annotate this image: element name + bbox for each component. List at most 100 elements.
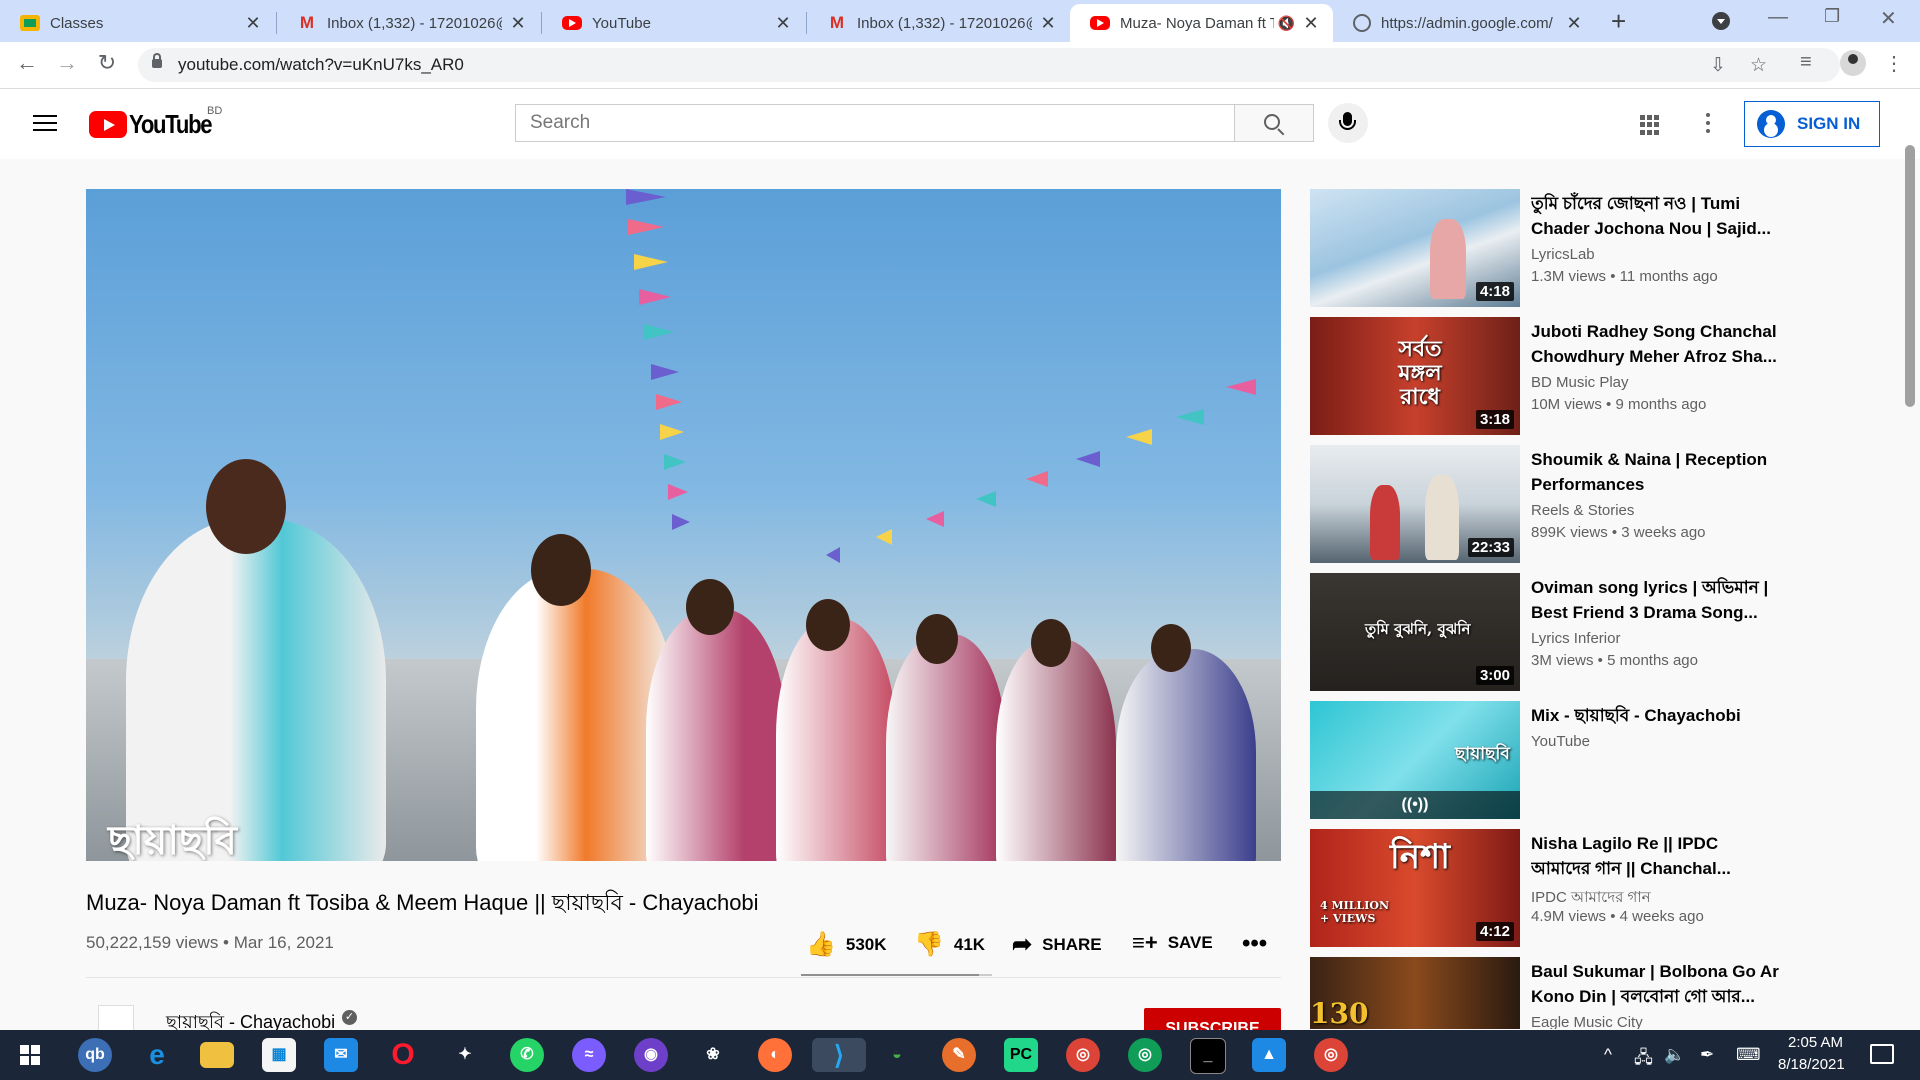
window-close-icon[interactable]: ✕ [1880, 6, 1897, 31]
satellite-app-icon[interactable]: ✦ [448, 1038, 482, 1072]
volume-icon[interactable]: 🔈 [1664, 1045, 1685, 1065]
pycharm-icon[interactable]: PC [1004, 1038, 1038, 1072]
notification-icon[interactable] [1870, 1044, 1894, 1064]
close-icon[interactable]: ✕ [1301, 13, 1321, 34]
youtube-logo[interactable]: YouTube [89, 109, 226, 140]
recommendation-item[interactable]: ছায়াছবি ((•)) Mix - ছায়াছবি - Chayacho… [1310, 701, 1780, 819]
rec-title[interactable]: Mix - ছায়াছবি - Chayachobi [1531, 703, 1781, 728]
dislike-button[interactable]: 👎 41K [914, 930, 985, 959]
chrome-icon[interactable]: ◎ [1066, 1038, 1100, 1072]
store-icon[interactable]: ▦ [262, 1038, 296, 1072]
close-icon[interactable]: ✕ [773, 13, 793, 34]
recommendation-item[interactable]: সর্বত মঙ্গল রাধে 3:18 Juboti Radhey Song… [1310, 317, 1780, 435]
share-button[interactable]: ➦ SHARE [1012, 930, 1102, 959]
close-icon[interactable]: ✕ [1564, 13, 1584, 34]
rec-channel[interactable]: BD Music Play [1531, 374, 1629, 391]
tab-inbox-1[interactable]: M Inbox (1,332) - 17201026@ ✕ [277, 4, 540, 42]
minimize-icon[interactable]: — [1768, 6, 1788, 29]
voice-search-button[interactable] [1328, 103, 1368, 143]
terminal-icon[interactable]: _ [1190, 1038, 1226, 1074]
video-thumbnail[interactable]: সর্বত মঙ্গল রাধে 3:18 [1310, 317, 1520, 435]
anaconda-icon[interactable]: ◒ [880, 1038, 914, 1072]
rec-title[interactable]: Shoumik & Naina | Reception Performances [1531, 447, 1781, 497]
tab-active-video[interactable]: Muza- Noya Daman ft T 🔇 ✕ [1070, 4, 1333, 42]
search-button[interactable] [1234, 104, 1314, 142]
install-app-icon[interactable]: ⇩ [1710, 54, 1726, 77]
video-thumbnail[interactable]: নিশা 4 MILLION + VIEWS 4:12 [1310, 829, 1520, 947]
keyboard-icon[interactable]: ⌨ [1736, 1045, 1761, 1065]
rec-channel[interactable]: YouTube [1531, 733, 1590, 750]
recommendation-item[interactable]: 4:18 তুমি চাঁদের জোছনা নও | Tumi Chader … [1310, 189, 1780, 307]
back-arrow-icon[interactable]: ← [12, 50, 42, 76]
edge-icon[interactable]: e [140, 1038, 174, 1072]
mail-icon[interactable]: ✉ [324, 1038, 358, 1072]
network-icon[interactable]: 🖧 [1634, 1045, 1653, 1074]
video-thumbnail[interactable]: 130 [1310, 957, 1520, 1029]
save-button[interactable]: ≡+ SAVE [1132, 930, 1213, 956]
video-thumbnail[interactable]: 22:33 [1310, 445, 1520, 563]
clock-date[interactable]: 8/18/2021 [1778, 1056, 1845, 1073]
video-thumbnail[interactable]: ছায়াছবি ((•)) [1310, 701, 1520, 819]
chrome-menu-icon[interactable]: ⋮ [1884, 51, 1904, 76]
rec-channel[interactable]: Lyrics Inferior [1531, 630, 1620, 647]
media-control-icon[interactable]: ≡ [1800, 51, 1812, 74]
video-player[interactable]: ছায়াছবি [86, 189, 1281, 861]
recommendation-item[interactable]: 22:33 Shoumik & Naina | Reception Perfor… [1310, 445, 1780, 563]
search-input[interactable] [516, 105, 1234, 141]
photos-icon[interactable]: ▲ [1252, 1038, 1286, 1072]
tab-search-chevron-icon[interactable] [1712, 12, 1730, 30]
address-bar[interactable]: youtube.com/watch?v=uKnU7ks_AR0 ⇩ ☆ [138, 48, 1840, 82]
close-icon[interactable]: ✕ [1038, 13, 1058, 34]
bookmark-star-icon[interactable]: ☆ [1750, 54, 1767, 77]
file-explorer-icon[interactable] [200, 1042, 234, 1068]
recommendation-item[interactable]: 130 Baul Sukumar | Bolbona Go Ar Kono Di… [1310, 957, 1780, 1029]
whatsapp-icon[interactable]: ✆ [510, 1038, 544, 1072]
tab-google-admin[interactable]: https://admin.google.com/ ✕ [1333, 4, 1596, 42]
like-button[interactable]: 👍 530K [806, 930, 887, 959]
rec-title[interactable]: Juboti Radhey Song Chanchal Chowdhury Me… [1531, 319, 1781, 369]
rec-title[interactable]: Oviman song lyrics | অভিমান | Best Frien… [1531, 575, 1781, 625]
chevron-up-icon[interactable]: ^ [1604, 1045, 1612, 1065]
settings-more-icon[interactable] [1706, 113, 1710, 137]
qbittorrent-icon[interactable]: qb [78, 1038, 112, 1072]
hamburger-menu-icon[interactable] [33, 115, 57, 133]
apps-grid-icon[interactable] [1640, 115, 1660, 135]
chrome-profile-icon[interactable]: ◎ [1128, 1038, 1162, 1072]
tab-classes[interactable]: Classes ✕ [0, 4, 275, 42]
url-text[interactable]: youtube.com/watch?v=uKnU7ks_AR0 [178, 55, 464, 75]
rec-title[interactable]: Nisha Lagilo Re || IPDC আমাদের গান || Ch… [1531, 831, 1781, 881]
vscode-icon[interactable]: ⟩ [812, 1038, 866, 1072]
recommendation-item[interactable]: নিশা 4 MILLION + VIEWS 4:12 Nisha Lagilo… [1310, 829, 1780, 947]
tab-inbox-2[interactable]: M Inbox (1,332) - 17201026@ ✕ [807, 4, 1070, 42]
reload-icon[interactable]: ↻ [92, 50, 122, 76]
clock-time[interactable]: 2:05 AM [1788, 1034, 1843, 1051]
github-desktop-icon[interactable]: ◉ [634, 1038, 668, 1072]
page-scrollbar[interactable] [1905, 145, 1915, 407]
recommendation-item[interactable]: তুমি বুঝনি, বুঝনি 3:00 Oviman song lyric… [1310, 573, 1780, 691]
firefox-icon[interactable]: ◐ [758, 1038, 792, 1072]
sublime-icon[interactable]: ✎ [942, 1038, 976, 1072]
paint-app-icon[interactable]: ❀ [696, 1038, 730, 1072]
messenger-icon[interactable]: ≈ [572, 1038, 606, 1072]
rec-channel[interactable]: Reels & Stories [1531, 502, 1634, 519]
rec-channel[interactable]: Eagle Music City [1531, 1014, 1643, 1029]
more-actions-icon[interactable]: ••• [1242, 930, 1267, 958]
windows-start-icon[interactable] [20, 1045, 40, 1065]
lock-icon[interactable] [152, 53, 162, 68]
rec-channel[interactable]: LyricsLab [1531, 246, 1595, 263]
close-icon[interactable]: ✕ [243, 13, 263, 34]
forward-arrow-icon[interactable]: → [52, 50, 82, 76]
chrome-app-icon[interactable]: ◎ [1314, 1038, 1348, 1072]
rec-title[interactable]: তুমি চাঁদের জোছনা নও | Tumi Chader Jocho… [1531, 191, 1781, 241]
restore-icon[interactable]: ❐ [1824, 6, 1840, 27]
sign-in-button[interactable]: SIGN IN [1744, 101, 1880, 147]
tab-youtube[interactable]: YouTube ✕ [542, 4, 805, 42]
new-tab-plus-icon[interactable]: + [1611, 6, 1626, 37]
muted-speaker-icon[interactable]: 🔇 [1278, 15, 1295, 32]
pen-icon[interactable]: ✒ [1700, 1045, 1714, 1065]
profile-avatar[interactable] [1840, 50, 1866, 76]
rec-title[interactable]: Baul Sukumar | Bolbona Go Ar Kono Din | … [1531, 959, 1780, 1009]
close-icon[interactable]: ✕ [508, 13, 528, 34]
video-thumbnail[interactable]: তুমি বুঝনি, বুঝনি 3:00 [1310, 573, 1520, 691]
video-thumbnail[interactable]: 4:18 [1310, 189, 1520, 307]
